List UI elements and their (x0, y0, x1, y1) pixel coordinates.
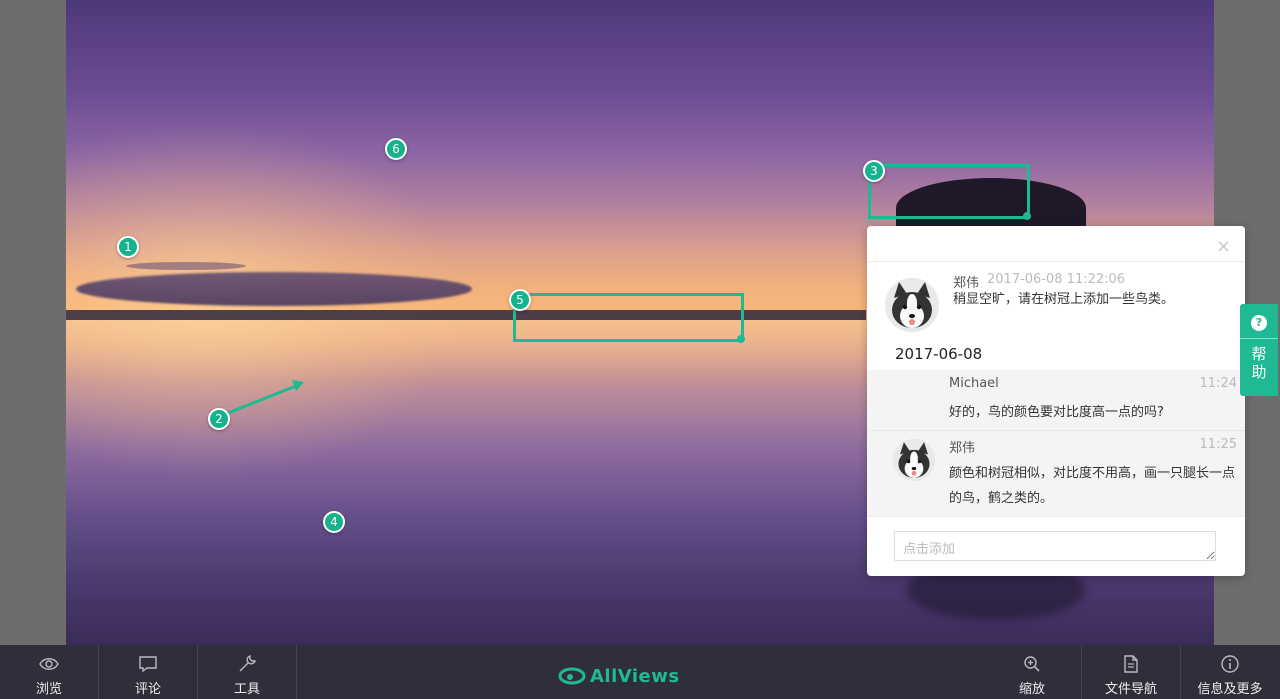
comment-input[interactable] (894, 531, 1216, 561)
avatar (885, 278, 939, 332)
document-icon (1124, 655, 1138, 673)
eye-logo-icon (558, 667, 586, 685)
help-tab[interactable]: ? 帮助 (1240, 304, 1278, 396)
panel-divider (867, 261, 1245, 262)
arrow-shaft[interactable] (227, 384, 297, 415)
browse-label: 浏览 (35, 682, 62, 697)
help-divider (1240, 338, 1278, 339)
eye-icon (39, 658, 59, 670)
tools-button[interactable]: 工具 (198, 645, 296, 699)
info-icon (1221, 655, 1239, 673)
reply-item: 郑伟 11:25 颜色和树冠相似，对比度不用高，画一只腿长一点的鸟，鹤之类的。 (867, 431, 1245, 517)
reply-text: 好的，鸟的颜色要对比度高一点的吗? (949, 405, 1164, 420)
reply-author: Michael (949, 376, 999, 391)
comment-text: 稍显空旷，请在树冠上添加一些鸟类。 (953, 292, 1175, 307)
comment-button[interactable]: 评论 (99, 645, 197, 699)
husky-avatar-image (885, 278, 939, 332)
zoom-in-icon (1024, 656, 1040, 672)
annotation-marker-5[interactable]: 5 (509, 289, 531, 311)
rectangle-annotation-5[interactable] (513, 293, 745, 343)
comment-icon (139, 656, 157, 673)
toolbar-divider (296, 645, 297, 699)
annotation-marker-3[interactable]: 3 (863, 160, 885, 182)
question-icon: ? (1251, 315, 1267, 331)
allviews-logo: AllViews (558, 664, 680, 688)
info-more-label: 信息及更多 (1197, 682, 1263, 697)
date-separator: 2017-06-08 (895, 345, 983, 363)
reply-author: 郑伟 (949, 441, 976, 456)
info-more-button[interactable]: 信息及更多 (1181, 645, 1279, 699)
resize-handle[interactable] (737, 335, 745, 343)
zoom-label: 缩放 (1018, 682, 1045, 697)
husky-avatar-image (893, 439, 935, 481)
close-icon[interactable]: × (1216, 236, 1231, 257)
annotation-marker-6[interactable]: 6 (385, 138, 407, 160)
wrench-icon (239, 655, 256, 672)
annotation-marker-2[interactable]: 2 (208, 408, 230, 430)
avatar (893, 439, 935, 481)
reply-text: 颜色和树冠相似，对比度不用高，画一只腿长一点的鸟，鹤之类的。 (949, 466, 1236, 506)
zoom-button[interactable]: 缩放 (983, 645, 1081, 699)
rectangle-annotation-3[interactable] (868, 164, 1031, 220)
logo-text: AllViews (590, 665, 680, 687)
reply-item: Michael 11:24 好的，鸟的颜色要对比度高一点的吗? (867, 370, 1245, 431)
reply-timestamp: 11:24 (1199, 376, 1237, 391)
browse-button[interactable]: 浏览 (0, 645, 98, 699)
input-divider (867, 516, 1245, 517)
comment-panel: × 郑伟 2017-06-08 11:22:06 稍显空旷，请在树冠上添加一些鸟… (867, 226, 1245, 576)
help-label: 帮助 (1251, 345, 1267, 381)
file-navigation-button[interactable]: 文件导航 (1082, 645, 1180, 699)
annotation-marker-4[interactable]: 4 (323, 511, 345, 533)
tools-label: 工具 (233, 682, 260, 697)
resize-handle[interactable] (1023, 212, 1031, 220)
reply-timestamp: 11:25 (1199, 437, 1237, 452)
comment-label: 评论 (134, 682, 161, 697)
file-navigation-label: 文件导航 (1104, 682, 1157, 697)
comment-timestamp: 2017-06-08 11:22:06 (987, 272, 1126, 287)
annotation-marker-1[interactable]: 1 (117, 236, 139, 258)
